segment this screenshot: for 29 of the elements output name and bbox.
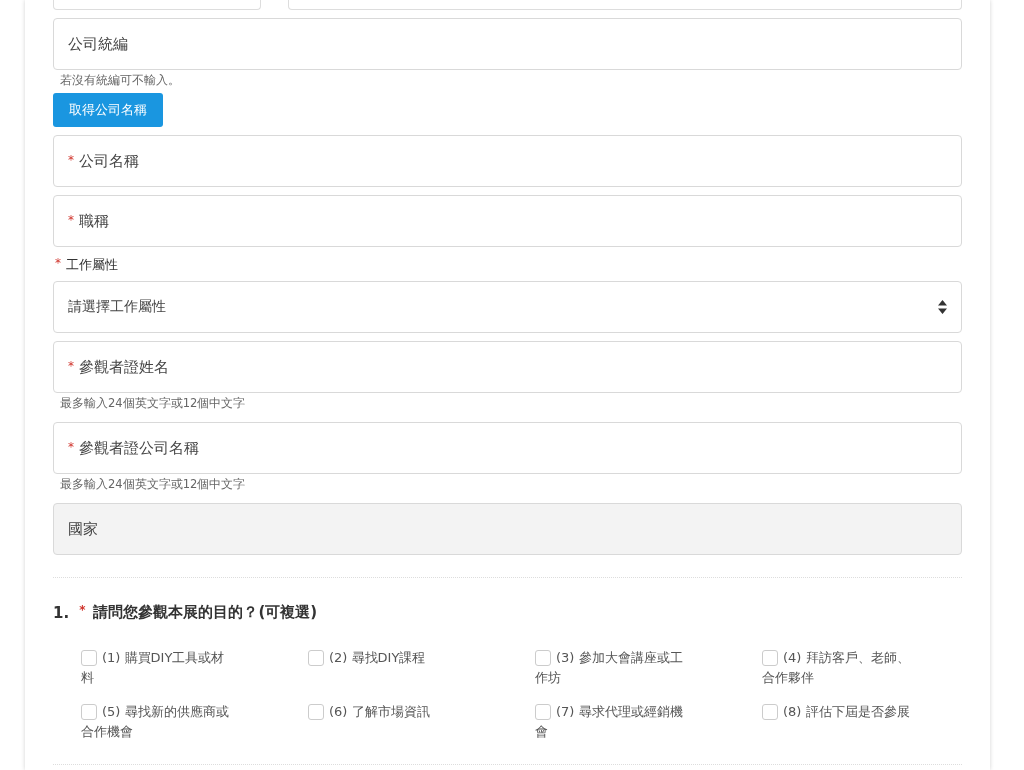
checkbox-option[interactable]: (6) 了解市場資訊 [308,702,463,742]
input-field[interactable] [53,0,262,10]
checkbox-option[interactable]: (8) 評估下屆是否參展 [762,702,917,742]
field-hint: 最多輸入24個英文字或12個中文字 [59,395,247,411]
input-field[interactable]: * 職稱 [53,195,962,247]
sort-icon [938,300,947,314]
field-hint: 最多輸入24個英文字或12個中文字 [59,476,247,492]
input-field[interactable] [288,0,962,10]
required-mark: * [68,359,74,373]
input-field[interactable]: * 參觀者證姓名 [53,341,962,393]
required-mark: * [68,440,74,454]
checkbox-option[interactable]: (7) 尋求代理或經銷機會 [535,702,690,742]
checkbox-option[interactable]: (3) 參加大會講座或工作坊 [535,648,690,688]
checkbox-option[interactable]: (2) 尋找DIY課程 [308,648,463,688]
checkbox-option[interactable]: (5) 尋找新的供應商或合作機會 [81,702,236,742]
select-field[interactable]: 請選擇工作屬性 [53,281,962,333]
question-text: 請問您參觀本展的目的？(可複選) [93,603,318,622]
required-mark: * [68,153,74,167]
checkbox-option[interactable]: (1) 購買DIY工具或材料 [81,648,236,688]
required-mark: * [68,213,74,227]
input-field[interactable]: * 公司名稱 [53,135,962,187]
field-label: 工作屬性 [66,256,118,274]
field-hint: 若沒有統編可不輸入。 [59,72,181,88]
required-mark: * [79,603,86,617]
input-field[interactable]: 公司統編 [53,18,962,70]
input-field[interactable]: * 參觀者證公司名稱 [53,422,962,474]
question-number: 1. [53,603,70,622]
required-mark: * [55,256,61,270]
checkbox-option[interactable]: (4) 拜訪客戶、老師、合作夥伴 [762,648,917,688]
